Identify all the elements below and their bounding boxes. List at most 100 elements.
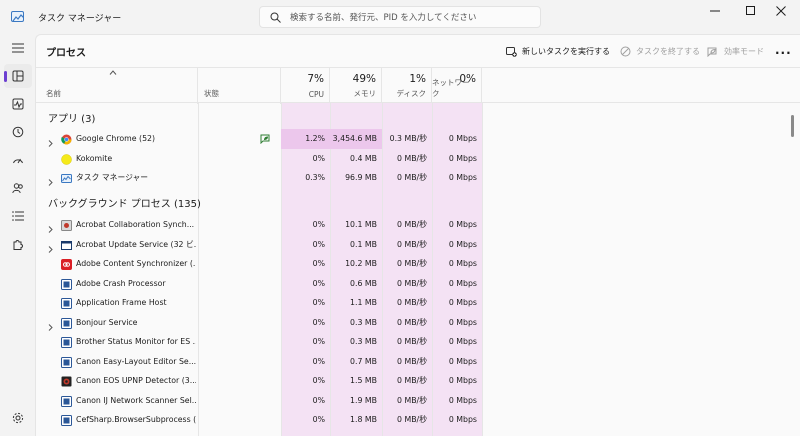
disk-value: 0 MB/秒 [397,153,427,163]
cpu-value: 0% [312,415,325,424]
process-name: CefSharp.BrowserSubprocess (... [76,415,196,424]
nav-users[interactable] [4,176,32,200]
process-name-cell: Bonjour Service [36,313,198,333]
cpu-value: 0.3% [305,173,325,182]
nav-settings[interactable] [4,406,32,430]
nav-services[interactable] [4,232,32,256]
title-bar: タスク マネージャー [0,0,800,34]
process-name: Brother Status Monitor for ES ... [76,337,196,346]
memory-value: 3,454.6 MB [332,134,377,143]
process-icon [61,297,72,309]
column-header-name[interactable]: 名前 [36,68,198,104]
process-name: Acrobat Collaboration Synch... [76,220,195,229]
column-status-label: 状態 [204,89,219,98]
startup-gauge-icon [13,158,23,164]
canon-icon [61,375,72,387]
column-header-cpu[interactable]: 7% CPU [281,68,330,104]
process-row[interactable]: Acrobat Collaboration Synch... 0% 10.1 MB 0… [36,215,800,235]
active-indicator [4,71,7,82]
disk-value: 0 MB/秒 [397,239,427,249]
process-row[interactable]: CefSharp.BrowserSubprocess (... 0% 1.8 MB 0… [36,410,800,430]
disk-total-percent: 1% [409,73,426,85]
expand-chevron-icon[interactable] [48,319,53,333]
network-value: 0 Mbps [448,134,477,143]
nav-app-history[interactable] [4,120,32,144]
process-name-cell: CefSharp.BrowserSubprocess (... [36,410,198,430]
nav-performance[interactable] [4,92,32,116]
window-icon [61,239,72,250]
column-header-status[interactable]: 状態 [198,68,281,104]
process-name: Canon EOS UPNP Detector (3... [76,376,196,385]
process-row[interactable]: Kokomite 0% 0.4 MB 0 MB/秒 0 Mbps [36,149,800,169]
process-name: Application Frame Host [76,298,167,307]
process-row[interactable]: Adobe Crash Processor 0% 0.6 MB 0 MB/秒 0 Mbp… [36,274,800,294]
memory-value: 0.3 MB [350,337,377,346]
window-title: タスク マネージャー [38,14,122,24]
memory-total-percent: 49% [352,73,376,85]
page-title: プロセス [46,48,86,59]
column-header-memory[interactable]: 49% メモリ [330,68,382,104]
process-name-cell: Adobe Content Synchronizer (... [36,254,198,274]
search-box[interactable] [259,6,541,28]
process-row[interactable]: Brother Status Monitor for ES ... 0% 0.3 M… [36,332,800,352]
process-icon [61,395,72,407]
nav-processes[interactable] [4,64,32,88]
close-button[interactable] [758,0,800,22]
chrome-icon [61,133,72,145]
process-name: Adobe Crash Processor [76,278,166,288]
memory-value: 1.8 MB [350,415,377,424]
process-icon [61,414,72,426]
end-task-button[interactable]: タスクを終了する [620,41,700,61]
nav-startup-apps[interactable] [4,148,32,172]
memory-label: メモリ [353,89,377,98]
cpu-value: 0% [312,337,325,346]
run-new-task-label: 新しいタスクを実行する [522,46,610,56]
disk-value: 0 MB/秒 [397,278,427,288]
process-row[interactable]: Canon EOS UPNP Detector (3... 0% 1.5 MB 0 M… [36,371,800,391]
history-icon [12,126,24,138]
cpu-total-percent: 7% [307,73,324,85]
process-row[interactable]: Acrobat Update Service (32 ビ... 0% 0.1 MB 0… [36,235,800,255]
memory-value: 0.6 MB [350,278,377,288]
process-icon [61,336,72,348]
efficiency-mode-button[interactable]: 効率モード [707,41,764,61]
minimize-icon [710,10,720,12]
process-row[interactable]: Adobe Content Synchronizer (... 0% 10.2 MB… [36,254,800,274]
network-value: 0 Mbps [448,259,477,268]
network-value: 0 Mbps [448,173,477,182]
end-task-icon [620,46,631,56]
process-name: Acrobat Update Service (32 ビ... [76,239,196,249]
cpu-value: 0% [312,259,325,268]
services-puzzle-icon [13,240,23,250]
expand-chevron-icon[interactable] [48,135,53,149]
column-header-network[interactable]: 0% ネットワーク [432,68,482,104]
process-row[interactable]: Bonjour Service 0% 0.3 MB 0 MB/秒 0 Mbps [36,313,800,333]
maximize-icon [746,6,755,15]
process-row[interactable]: Google Chrome (52) 1.2% 3,454.6 MB 0.3 MB/秒… [36,129,800,149]
expand-chevron-icon[interactable] [48,221,53,235]
disk-value: 0 MB/秒 [397,298,427,307]
nav-details[interactable] [4,204,32,228]
hamburger-menu-button[interactable] [4,36,32,60]
memory-value: 0.1 MB [350,239,377,249]
navigation-pane [0,34,35,436]
memory-value: 96.9 MB [345,173,377,182]
run-new-task-button[interactable]: 新しいタスクを実行する [506,41,610,61]
expand-chevron-icon[interactable] [48,174,53,188]
sort-up-icon [109,70,117,75]
process-row[interactable]: Application Frame Host 0% 1.1 MB 0 MB/秒 0 Mb… [36,293,800,313]
cpu-value: 0% [312,239,325,249]
process-row[interactable]: タスク マネージャー 0.3% 96.9 MB 0 MB/秒 0 Mbps [36,168,800,188]
search-input[interactable] [290,10,535,25]
network-value: 0 Mbps [448,415,477,424]
cpu-value: 0% [312,278,325,288]
search-icon [270,12,281,23]
column-header-disk[interactable]: 1% ディスク [382,68,432,104]
process-row[interactable]: Canon Easy-Layout Editor Se... 0% 0.7 MB 0 … [36,352,800,372]
process-row[interactable]: Canon IJ Network Scanner Sel... 0% 1.9 MB 0… [36,391,800,411]
memory-value: 0.4 MB [350,153,377,163]
vertical-scrollbar[interactable] [791,115,794,137]
expand-chevron-icon[interactable] [48,241,53,255]
more-options-button[interactable]: ··· [775,43,792,63]
process-name: Canon IJ Network Scanner Sel... [76,395,196,405]
